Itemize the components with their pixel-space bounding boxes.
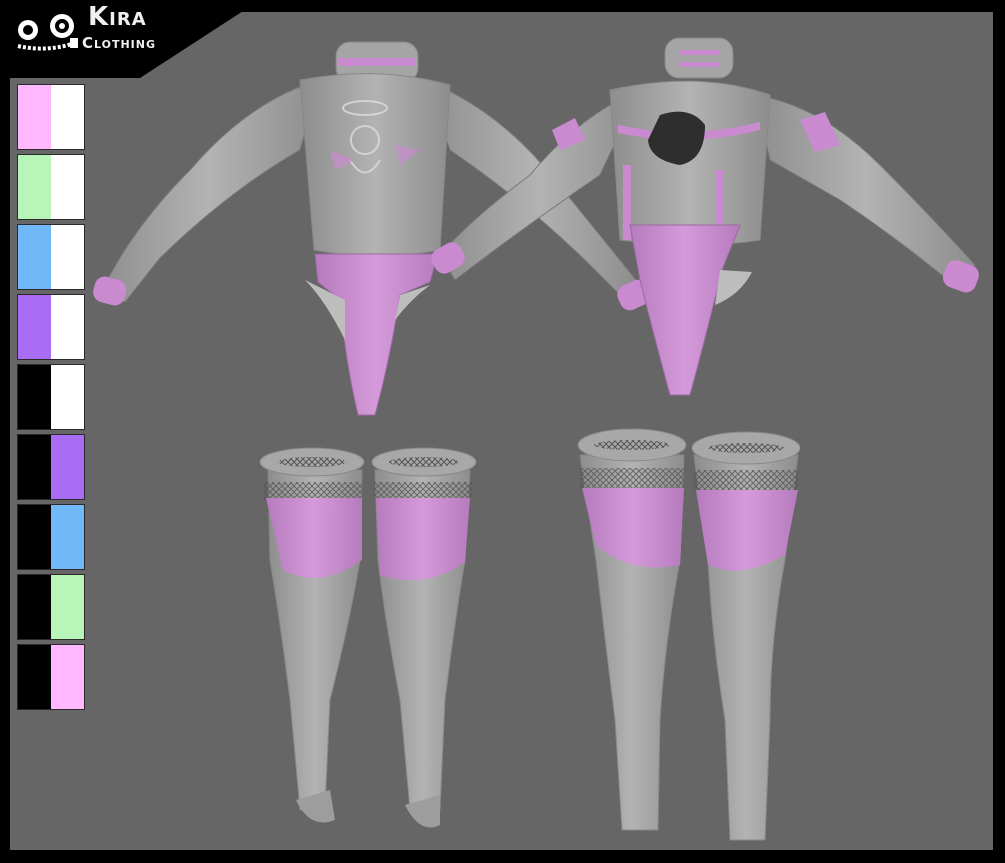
stocking-front-left xyxy=(577,428,687,831)
stockings-back-view xyxy=(259,447,477,828)
stocking-back-left xyxy=(259,447,365,823)
clothing-model-render xyxy=(93,37,979,841)
jacket-front-view xyxy=(431,37,979,396)
stockings-front-view xyxy=(577,428,801,841)
jacket-back-view xyxy=(93,41,651,416)
stocking-back-right xyxy=(371,447,477,828)
stocking-front-right xyxy=(691,431,801,841)
